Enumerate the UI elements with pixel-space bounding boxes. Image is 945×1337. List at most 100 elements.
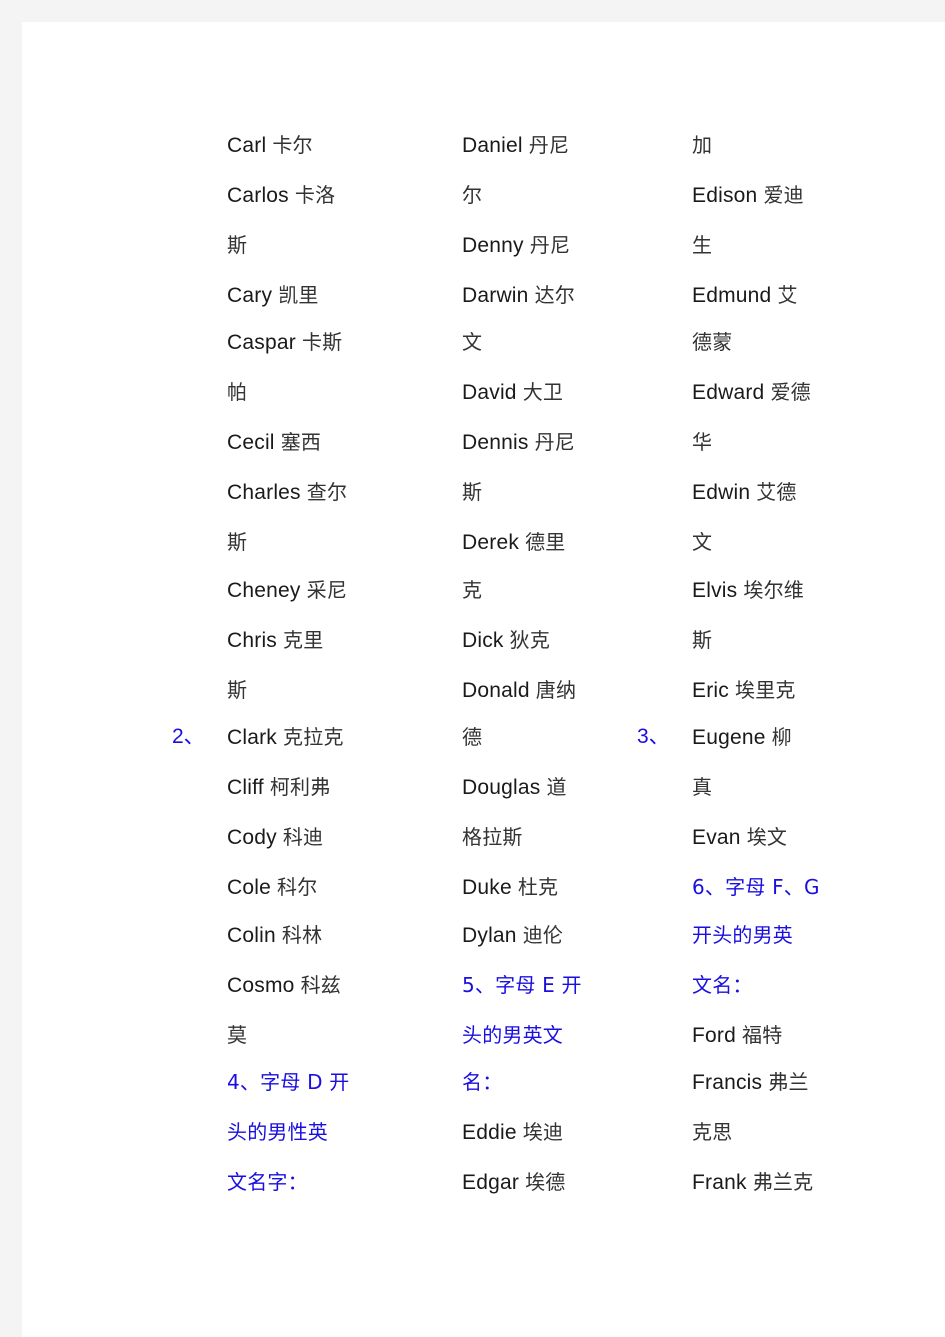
english-name: Edward: [692, 381, 771, 404]
name-entry: Edison 爱迪: [692, 170, 804, 220]
english-name: Cody: [227, 826, 283, 849]
chinese-transliteration: 尔: [462, 183, 483, 207]
name-entry: Cary 凯里: [227, 270, 319, 320]
chinese-transliteration: 文: [692, 530, 713, 554]
document-page: 2、 Carl 卡尔 Carlos 卡洛斯 Cary 凯里 Caspar 卡斯帕 Ceci…: [22, 22, 945, 1337]
english-name: Colin: [227, 924, 282, 947]
english-name: Dennis: [462, 431, 535, 454]
chinese-transliteration: 文: [462, 330, 483, 354]
chinese-transliteration: 斯: [692, 628, 713, 652]
name-entry: Edwin 艾德: [692, 467, 797, 517]
name-entry: Cody 科迪: [227, 812, 323, 862]
english-name: Cary: [227, 284, 279, 307]
chinese-transliteration: 艾: [777, 283, 798, 307]
name-entry: 斯: [227, 220, 247, 270]
english-name: Dick: [462, 629, 510, 652]
english-name: Edison: [692, 184, 764, 207]
english-name: Carl: [227, 134, 273, 157]
name-entry: 格拉斯: [462, 812, 523, 862]
chinese-transliteration: 爱迪: [763, 183, 804, 207]
chinese-transliteration: 德: [462, 725, 483, 749]
english-name: Charles: [227, 481, 307, 504]
name-entry: Cole 科尔: [227, 862, 317, 912]
english-name: Ford: [692, 1024, 743, 1047]
text-column-3: 3、 加 Edison 爱迪生 Edmund 艾德蒙 Edward 爱德华 Edwin 艾…: [532, 22, 945, 1337]
name-entry: 德蒙: [692, 317, 732, 367]
chinese-transliteration: 卡尔: [272, 133, 313, 157]
chinese-transliteration: 莫: [227, 1023, 248, 1047]
chinese-transliteration: 爱德: [770, 380, 811, 404]
name-entry: Elvis 埃尔维: [692, 565, 804, 615]
name-entry: Evan 埃文: [692, 812, 787, 862]
chinese-transliteration: 加: [692, 133, 713, 157]
english-name: Dylan: [462, 924, 523, 947]
chinese-transliteration: 福特: [742, 1023, 783, 1047]
english-name: Cheney: [227, 579, 307, 602]
name-entry: 帕: [227, 367, 247, 417]
section-heading: 名：: [462, 1057, 502, 1107]
list-marker: 2、: [172, 725, 205, 748]
english-name: Caspar: [227, 331, 302, 354]
english-name: Frank: [692, 1171, 753, 1194]
english-name: Denny: [462, 234, 530, 257]
section-heading: 文名：: [692, 960, 753, 1010]
heading-text: 6、字母 F、G: [692, 875, 820, 899]
english-name: Derek: [462, 531, 526, 554]
chinese-transliteration: 柳: [771, 725, 792, 749]
name-entry: Eugene 柳: [692, 712, 792, 762]
chinese-transliteration: 生: [692, 233, 713, 257]
chinese-transliteration: 华: [692, 430, 713, 454]
name-entry: 华: [692, 417, 712, 467]
heading-text: 文名：: [692, 973, 753, 997]
chinese-transliteration: 弗兰: [768, 1070, 809, 1094]
name-entry: 文: [692, 517, 712, 567]
text-column-1: 2、 Carl 卡尔 Carlos 卡洛斯 Cary 凯里 Caspar 卡斯帕 Ceci…: [22, 22, 349, 1337]
english-name: David: [462, 381, 523, 404]
name-entry: 斯: [462, 467, 482, 517]
section-heading: 文名字：: [227, 1157, 308, 1207]
english-name: Cole: [227, 876, 278, 899]
chinese-transliteration: 德蒙: [692, 330, 733, 354]
english-name: Donald: [462, 679, 536, 702]
english-name: Eddie: [462, 1121, 523, 1144]
english-name: Chris: [227, 629, 284, 652]
name-entry: 真: [692, 762, 712, 812]
english-name: Elvis: [692, 579, 744, 602]
english-name: Carlos: [227, 184, 295, 207]
name-entry: Carl 卡尔: [227, 120, 313, 170]
name-entry: 斯: [227, 517, 247, 567]
document-content: 2、 Carl 卡尔 Carlos 卡洛斯 Cary 凯里 Caspar 卡斯帕 Ceci…: [22, 22, 945, 1337]
chinese-transliteration: 埃尔维: [743, 578, 804, 602]
name-entry: 克: [462, 565, 482, 615]
heading-text: 开头的男英: [692, 923, 793, 947]
name-entry: Ford 福特: [692, 1010, 782, 1060]
english-name: Edgar: [462, 1171, 526, 1194]
chinese-transliteration: 斯: [227, 678, 248, 702]
english-name: Clark: [227, 726, 284, 749]
english-name: Edwin: [692, 481, 757, 504]
name-entry: Francis 弗兰: [692, 1057, 809, 1107]
name-entry: 斯: [227, 665, 247, 715]
name-entry: Colin 科林: [227, 910, 322, 960]
chinese-transliteration: 格拉斯: [462, 825, 523, 849]
chinese-transliteration: 斯: [227, 233, 248, 257]
english-name: Daniel: [462, 134, 529, 157]
name-entry: 文: [462, 317, 482, 367]
name-entry: 克思: [692, 1107, 732, 1157]
name-entry: 尔: [462, 170, 482, 220]
english-name: Eugene: [692, 726, 772, 749]
heading-text: 名：: [462, 1070, 503, 1094]
section-heading: 6、字母 F、G: [692, 862, 820, 912]
english-name: Francis: [692, 1071, 769, 1094]
chinese-transliteration: 弗兰克: [752, 1170, 814, 1194]
english-name: Duke: [462, 876, 518, 899]
chinese-transliteration: 克思: [692, 1120, 733, 1144]
name-entry: 莫: [227, 1010, 247, 1060]
text-column-2: Daniel 丹尼尔 Denny 丹尼 Darwin 达尔文 David 大卫 Denn…: [312, 22, 581, 1337]
chinese-transliteration: 斯: [462, 480, 483, 504]
name-entry: Eric 埃里克: [692, 665, 796, 715]
list-marker: 3、: [637, 725, 670, 748]
chinese-transliteration: 斯: [227, 530, 248, 554]
name-entry: 德: [462, 712, 482, 762]
name-entry: Chris 克里: [227, 615, 323, 665]
